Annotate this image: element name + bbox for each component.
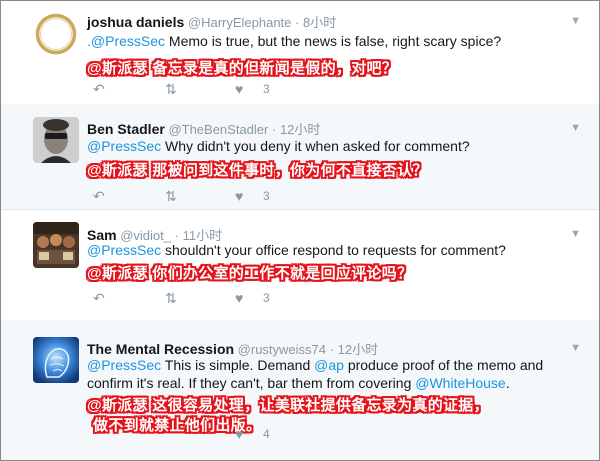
- avatar[interactable]: [33, 11, 79, 57]
- retweet-icon[interactable]: ⇅: [165, 81, 177, 98]
- chevron-down-icon[interactable]: ▼: [570, 342, 581, 354]
- translation-overlay: @斯派瑟 那被问到这件事时，你为何不直接否认？: [87, 162, 428, 179]
- reply-icon[interactable]: ↶: [93, 188, 105, 205]
- mention-link[interactable]: @ap: [314, 357, 344, 373]
- tweet-header: Ben Stadler @TheBenStadler · 12小时: [87, 119, 320, 138]
- mention-link[interactable]: @PressSec: [87, 242, 161, 258]
- like-count: 3: [263, 82, 270, 96]
- separator-dot: ·: [174, 228, 179, 243]
- tweet-text-line2: confirm it's real. If they can't, bar th…: [87, 375, 510, 391]
- separator-dot: ·: [295, 15, 300, 30]
- avatar[interactable]: [33, 337, 79, 383]
- reply-icon[interactable]: ↶: [93, 81, 105, 98]
- timestamp[interactable]: 11小时: [183, 228, 223, 243]
- display-name[interactable]: Ben Stadler: [87, 121, 165, 137]
- chevron-down-icon[interactable]: ▼: [570, 228, 581, 240]
- tweet-header: joshua daniels @HarryElephante · 8小时: [87, 12, 336, 31]
- user-handle[interactable]: @rustyweiss74: [238, 342, 326, 357]
- heart-icon[interactable]: ♥: [235, 290, 243, 306]
- translation-overlay: @斯派瑟 你们办公室的工作不就是回应评论吗？: [87, 265, 413, 282]
- display-name[interactable]: The Mental Recession: [87, 341, 234, 357]
- user-handle[interactable]: @TheBenStadler: [168, 122, 268, 137]
- avatar[interactable]: [33, 222, 79, 268]
- user-handle[interactable]: @vidiot_: [120, 228, 171, 243]
- timeline: joshua daniels @HarryElephante · 8小时 ▼ .…: [0, 0, 600, 461]
- tweet-card[interactable]: Sam @vidiot_ · 11小时 ▼ @PressSec shouldn'…: [1, 209, 599, 320]
- timestamp[interactable]: 12小时: [338, 342, 378, 357]
- translation-overlay: @斯派瑟 备忘录是真的但新闻是假的，对吧？: [87, 60, 398, 77]
- reply-icon[interactable]: ↶: [93, 290, 105, 307]
- timestamp[interactable]: 12小时: [280, 122, 320, 137]
- chevron-down-icon[interactable]: ▼: [570, 15, 581, 27]
- tweet-card[interactable]: joshua daniels @HarryElephante · 8小时 ▼ .…: [1, 1, 599, 104]
- avatar[interactable]: [33, 117, 79, 163]
- tweet-text: .@PressSec Memo is true, but the news is…: [87, 33, 502, 49]
- chevron-down-icon[interactable]: ▼: [570, 122, 581, 134]
- like-count: 3: [263, 291, 270, 305]
- timestamp[interactable]: 8小时: [303, 15, 336, 30]
- mention-link[interactable]: @WhiteHouse: [415, 375, 505, 391]
- separator-dot: ·: [329, 342, 334, 357]
- separator-dot: ·: [271, 122, 277, 137]
- tweet-card[interactable]: The Mental Recession @rustyweiss74 · 12小…: [1, 320, 599, 460]
- like-count: 3: [263, 189, 270, 203]
- heart-icon[interactable]: ♥: [235, 81, 243, 97]
- tweet-text: @PressSec Why didn't you deny it when as…: [87, 138, 470, 154]
- tweet-header: The Mental Recession @rustyweiss74 · 12小…: [87, 339, 378, 358]
- tweet-card[interactable]: Ben Stadler @TheBenStadler · 12小时 ▼ @Pre…: [1, 104, 599, 209]
- mention-link[interactable]: @PressSec: [87, 138, 161, 154]
- tweet-text: @PressSec This is simple. Demand @ap pro…: [87, 357, 544, 373]
- mention-link[interactable]: .@PressSec: [87, 33, 165, 49]
- heart-icon[interactable]: ♥: [235, 426, 243, 442]
- retweet-icon[interactable]: ⇅: [165, 188, 177, 205]
- heart-icon[interactable]: ♥: [235, 188, 243, 204]
- like-count: 4: [263, 427, 270, 441]
- user-handle[interactable]: @HarryElephante: [188, 15, 292, 30]
- mention-link[interactable]: @PressSec: [87, 357, 161, 373]
- translation-overlay: @斯派瑟 这很容易处理，让美联社提供备忘录为真的证据，: [87, 397, 489, 414]
- retweet-icon[interactable]: ⇅: [165, 290, 177, 307]
- tweet-text: @PressSec shouldn't your office respond …: [87, 242, 506, 258]
- display-name[interactable]: joshua daniels: [87, 14, 184, 30]
- display-name[interactable]: Sam: [87, 227, 117, 243]
